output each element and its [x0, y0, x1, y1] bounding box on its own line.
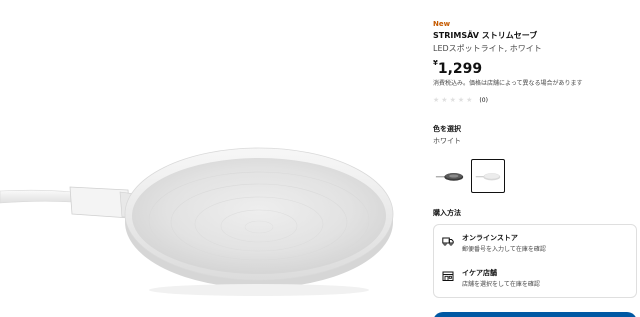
product-name: STRIMSÄV ストリムセーブ	[433, 31, 538, 40]
star-icon: ★	[449, 96, 456, 104]
ikea-store-title: イケア店舗	[462, 269, 497, 277]
ikea-store-option[interactable]: イケア店舗 店舗を選択をして在庫を確認	[434, 266, 636, 296]
star-icon: ★	[441, 96, 448, 104]
color-swatch-black[interactable]	[433, 159, 467, 193]
new-badge: New	[433, 20, 451, 28]
black-spotlight-thumbnail-icon	[435, 172, 464, 181]
color-select-label: 色を選択	[433, 125, 461, 133]
color-swatch-white[interactable]	[471, 159, 505, 193]
product-price: ¥1,299	[433, 58, 482, 78]
product-page: New STRIMSÄV ストリムセーブ LEDスポットライト, ホワイト ¥1…	[0, 0, 640, 317]
store-icon	[442, 270, 454, 282]
led-spotlight-image	[0, 147, 394, 296]
star-icon: ★	[433, 96, 440, 104]
purchase-method-label: 購入方法	[433, 209, 461, 217]
white-spotlight-thumbnail-icon	[475, 173, 501, 181]
price-note: 消費税込み。価格は店舗によって異なる場合があります	[433, 80, 583, 87]
rating[interactable]: ★ ★ ★ ★ ★ (0)	[433, 96, 488, 105]
product-info: New STRIMSÄV ストリムセーブ LEDスポットライト, ホワイト ¥1…	[433, 0, 640, 317]
price-amount: 1,299	[437, 61, 483, 77]
product-image[interactable]	[0, 0, 410, 317]
delivery-truck-icon	[442, 235, 454, 247]
online-store-option[interactable]: オンラインストア 郵便番号を入力して在庫を確認	[434, 231, 636, 261]
star-icon: ★	[466, 96, 473, 104]
add-to-cart-button[interactable]	[433, 312, 637, 317]
review-count[interactable]: (0)	[479, 96, 488, 105]
online-store-subtitle[interactable]: 郵便番号を入力して在庫を確認	[462, 246, 546, 254]
purchase-options: オンラインストア 郵便番号を入力して在庫を確認 イケア店舗 店舗を選択をして在庫…	[433, 224, 637, 298]
product-description[interactable]: LEDスポットライト, ホワイト	[433, 44, 542, 54]
ikea-store-subtitle[interactable]: 店舗を選択をして在庫を確認	[462, 281, 540, 289]
online-store-title: オンラインストア	[462, 234, 518, 242]
star-icon: ★	[457, 96, 465, 104]
selected-color: ホワイト	[433, 137, 461, 145]
